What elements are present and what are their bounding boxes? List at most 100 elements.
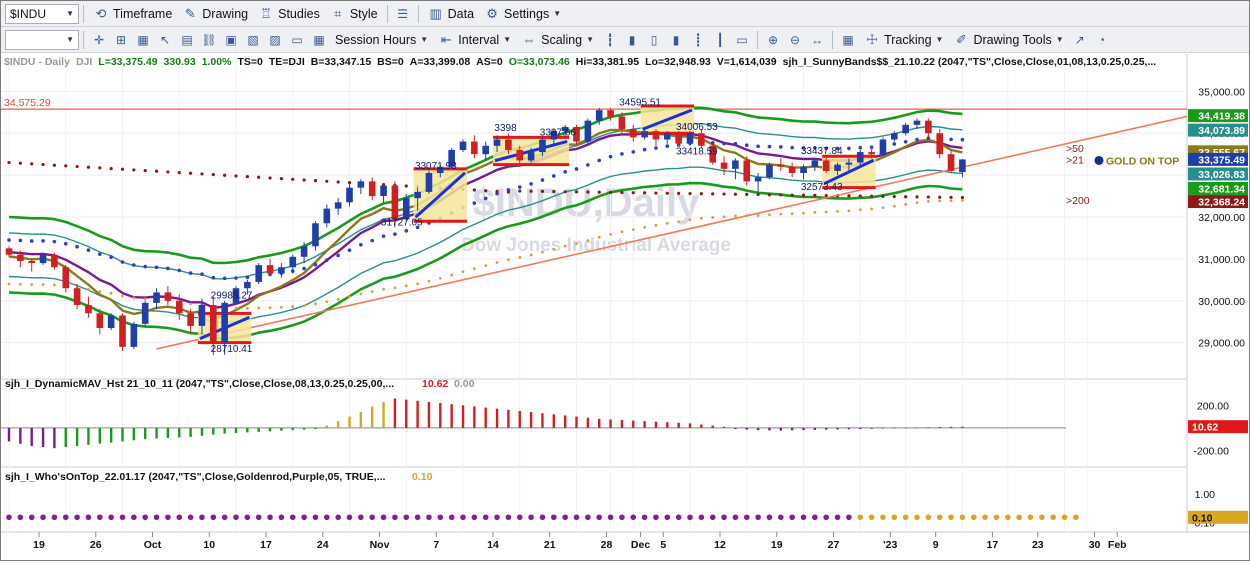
style-button[interactable]: ⌗ Style bbox=[325, 3, 383, 25]
candle-body bbox=[686, 133, 694, 144]
candle-body bbox=[811, 160, 819, 167]
ma200-dot bbox=[257, 175, 261, 179]
who-on-top-dot bbox=[709, 514, 716, 521]
ma-golden-dot bbox=[416, 282, 419, 286]
price-annotation: 34595.51 bbox=[619, 97, 661, 108]
who-on-top-dot bbox=[1073, 514, 1079, 521]
ma200-dot bbox=[518, 189, 522, 193]
window-icon[interactable]: ▭ bbox=[288, 31, 306, 49]
chevron-down-icon: ▼ bbox=[1055, 35, 1064, 44]
interval-input[interactable]: ▼ bbox=[5, 29, 79, 50]
ma200-dot bbox=[790, 193, 794, 197]
time-tick-label: Dec bbox=[631, 539, 650, 551]
time-tick-label: Feb bbox=[1108, 539, 1127, 551]
time-tick-label: Nov bbox=[370, 539, 390, 551]
table-icon[interactable]: ▧ bbox=[244, 31, 262, 49]
zoom-icon[interactable]: ⊞ bbox=[112, 31, 130, 49]
candle-body bbox=[732, 160, 739, 169]
candle-body bbox=[868, 152, 875, 155]
bar-chart-icon[interactable]: ┇ bbox=[601, 31, 619, 49]
image-icon[interactable]: ▨ bbox=[266, 31, 284, 49]
tracking-grid-icon[interactable]: ▦ bbox=[839, 31, 857, 49]
candle-body bbox=[402, 198, 410, 220]
ma-golden-dot bbox=[450, 273, 454, 277]
zoom-out-icon[interactable]: ⊖ bbox=[786, 31, 804, 49]
ma50-dot bbox=[892, 142, 897, 146]
ma-golden-dot bbox=[768, 213, 771, 217]
ma50-dot bbox=[529, 182, 533, 186]
who-on-top-dot bbox=[142, 514, 148, 521]
candle-filled-icon[interactable]: ▮ bbox=[667, 31, 685, 49]
time-tick-label: 19 bbox=[771, 539, 783, 551]
candle-body bbox=[505, 139, 512, 150]
ma50-dot bbox=[779, 145, 783, 149]
session-icon[interactable]: ▦ bbox=[310, 31, 328, 49]
pan-icon[interactable]: ↔ bbox=[808, 31, 826, 49]
separator bbox=[83, 30, 84, 49]
ma50-dot bbox=[63, 241, 68, 246]
who-on-top-dot bbox=[289, 514, 296, 521]
who-on-top-dot bbox=[902, 514, 909, 521]
ma200-dot bbox=[132, 168, 136, 172]
chevron-down-icon[interactable]: ▼ bbox=[66, 9, 74, 18]
ohlc-icon[interactable]: ┋ bbox=[689, 31, 707, 49]
candle-chart-icon[interactable]: ▮ bbox=[623, 31, 641, 49]
ma-golden-dot bbox=[938, 199, 942, 203]
ma50-dot bbox=[744, 143, 749, 148]
layers-icon[interactable]: ▣ bbox=[222, 31, 240, 49]
ma-golden-dot bbox=[665, 221, 669, 225]
ma50-dot bbox=[517, 185, 522, 189]
session-hours-button[interactable]: Session Hours ▼ bbox=[330, 29, 433, 51]
candle-body bbox=[255, 265, 262, 282]
scaling-button[interactable]: ⇔ Scaling ▼ bbox=[516, 29, 599, 51]
cursor-icon[interactable]: ↖ bbox=[156, 31, 174, 49]
candle-hollow-icon[interactable]: ▯ bbox=[645, 31, 663, 49]
who-on-top-dot bbox=[165, 514, 171, 521]
info-bs: BS=0 bbox=[377, 56, 404, 68]
link-icon[interactable]: ⛓ bbox=[200, 31, 218, 49]
heikin-icon[interactable]: ┃ bbox=[711, 31, 729, 49]
interval-button[interactable]: ⇤ Interval ▼ bbox=[433, 29, 516, 51]
settings-button[interactable]: ⚙ Settings ▼ bbox=[479, 3, 566, 25]
ma-golden-dot bbox=[507, 258, 510, 262]
trend-icon[interactable]: ↗ bbox=[1071, 31, 1089, 49]
ma200-dot bbox=[484, 189, 488, 193]
ma50-dot bbox=[915, 137, 919, 142]
layout-icon[interactable]: ☰ bbox=[394, 5, 412, 23]
ma-golden-dot bbox=[699, 216, 703, 220]
ma-golden-dot bbox=[359, 292, 363, 296]
ma200-dot bbox=[801, 193, 806, 197]
studies-button[interactable]: ♖ Studies bbox=[253, 3, 325, 25]
chevron-down-icon[interactable]: ▼ bbox=[66, 35, 74, 44]
tracking-button[interactable]: ☩ Tracking ▼ bbox=[859, 29, 948, 51]
who-on-top-study-title: sjh_I_Who'sOnTop_22.01.17 (2047,"TS",Clo… bbox=[5, 471, 386, 483]
ma50-dot bbox=[188, 271, 193, 275]
drawing-tools-button[interactable]: ✐ Drawing Tools ▼ bbox=[948, 29, 1068, 51]
speedometer-icon[interactable]: ◔ bbox=[1093, 31, 1111, 49]
ma200-dot bbox=[234, 174, 238, 178]
crosshair-icon[interactable]: ✛ bbox=[90, 31, 108, 49]
chart-icon[interactable]: ▤ bbox=[178, 31, 196, 49]
zoom-in-icon[interactable]: ⊕ bbox=[764, 31, 782, 49]
renko-icon[interactable]: ▭ bbox=[733, 31, 751, 49]
chart-svg[interactable]: $INDU,Daily Dow Jones Industrial Average… bbox=[1, 54, 1249, 560]
ma50-dot bbox=[960, 137, 965, 142]
drawing-button[interactable]: ✎ Drawing bbox=[177, 3, 253, 25]
ma-golden-dot bbox=[790, 212, 794, 216]
info-low: Lo=32,948.93 bbox=[645, 56, 711, 68]
ma-golden-dot bbox=[654, 224, 658, 227]
timeframe-button[interactable]: ⟲ Timeframe bbox=[88, 3, 177, 25]
grid-icon[interactable]: ▦ bbox=[134, 31, 152, 49]
symbol-input[interactable]: $INDU ▼ bbox=[5, 3, 79, 24]
interval-icon: ⇤ bbox=[440, 31, 452, 47]
ma-golden-dot bbox=[847, 209, 851, 213]
who-on-top-dot bbox=[278, 514, 285, 521]
ma200-dot bbox=[620, 190, 624, 195]
info-ask: A=33,399.08 bbox=[409, 56, 471, 68]
ma50-dot bbox=[336, 253, 340, 258]
ma200-dot bbox=[495, 189, 499, 193]
chart-area[interactable]: $INDU,Daily Dow Jones Industrial Average… bbox=[1, 54, 1249, 560]
data-button[interactable]: ▥ Data bbox=[423, 3, 479, 25]
ma-golden-dot bbox=[677, 220, 681, 224]
ma-side-label: >21 bbox=[1066, 154, 1084, 166]
